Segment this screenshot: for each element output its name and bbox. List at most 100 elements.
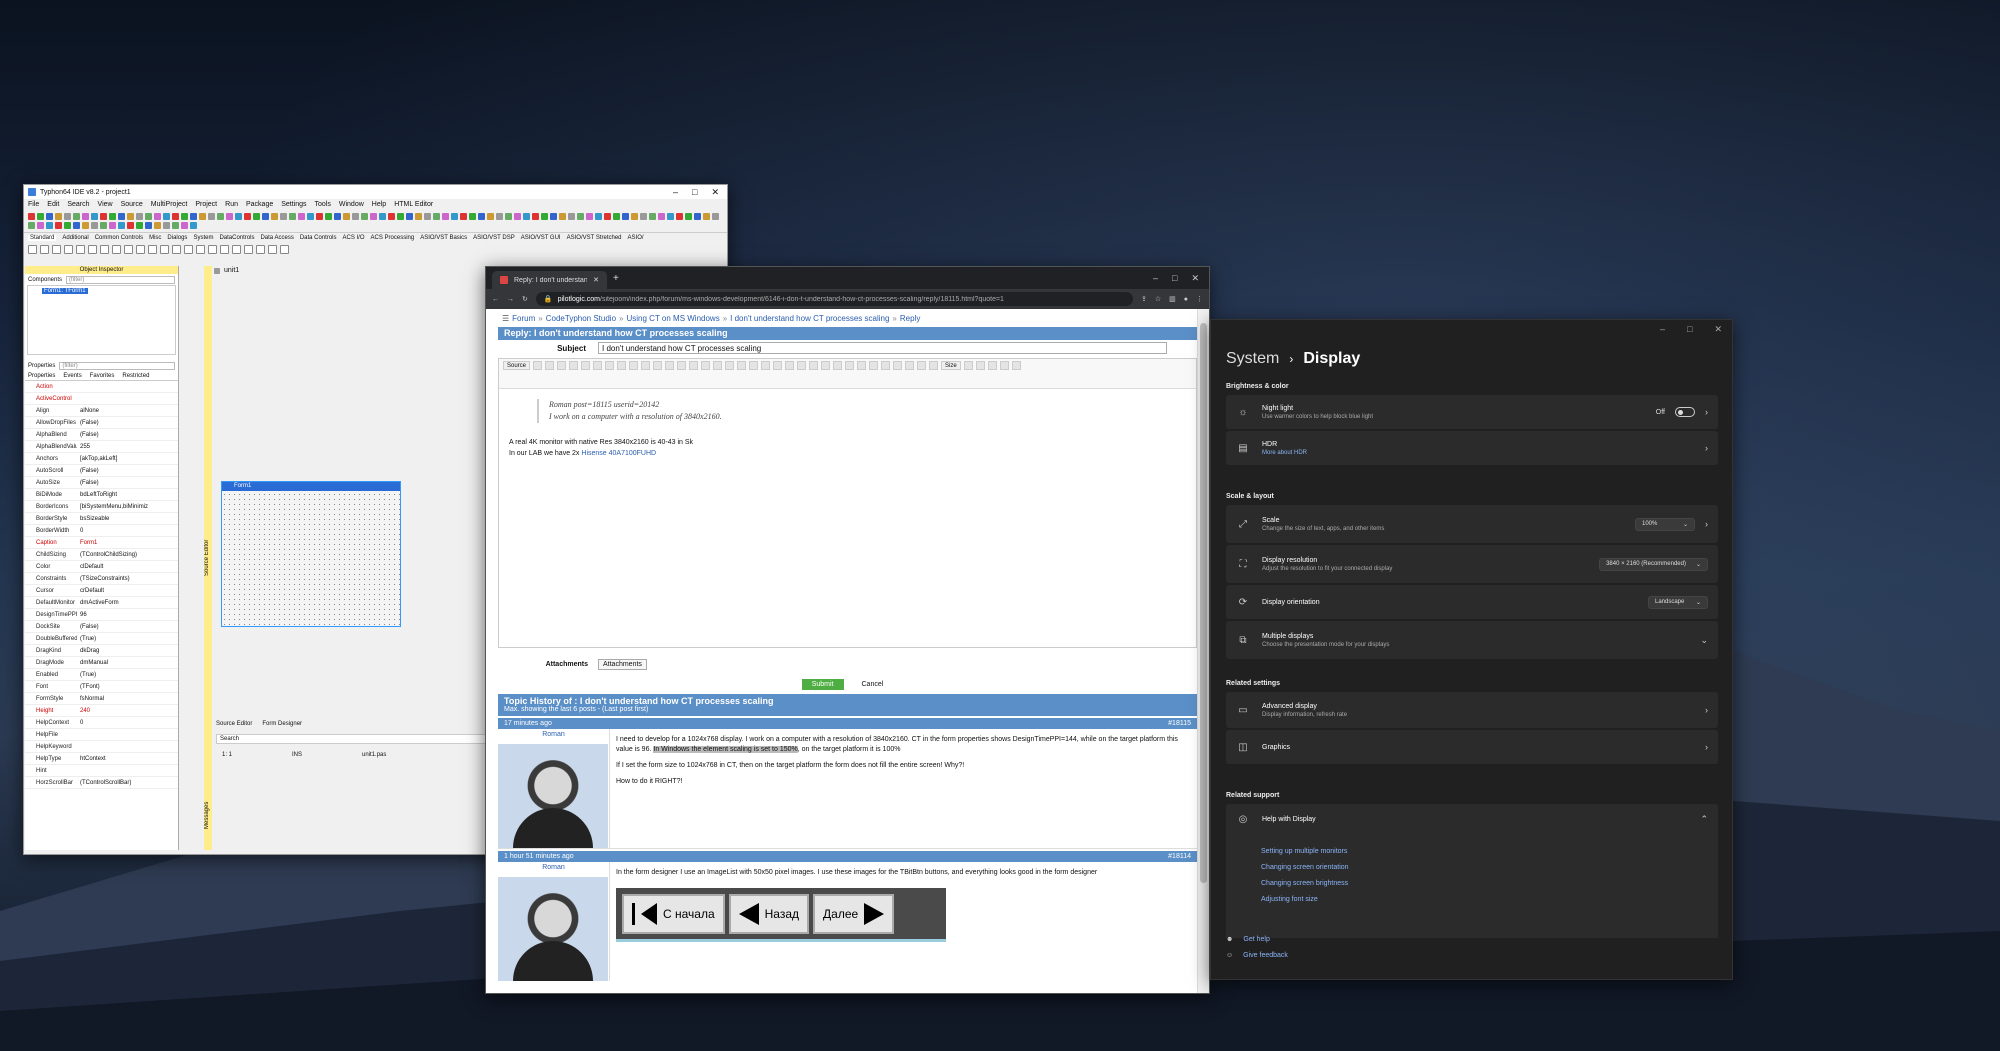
property-row[interactable]: DragMode dmManual [25, 657, 178, 669]
property-value[interactable]: 255 [77, 441, 178, 452]
tab-close-icon[interactable]: ✕ [593, 276, 599, 284]
editor-bottom-tab[interactable]: Source Editor [216, 721, 252, 727]
toolbar-button-icon[interactable] [73, 213, 80, 220]
url-field[interactable]: 🔒 pilotlogic.com/sitejoom/index.php/foru… [535, 292, 1133, 306]
cancel-button[interactable]: Cancel [852, 679, 894, 690]
property-row[interactable]: Cursor crDefault [25, 585, 178, 597]
editor-toolbar-button-icon[interactable] [545, 361, 555, 370]
breadcrumb-link[interactable]: Using CT on MS Windows [626, 314, 719, 323]
toolbar-button-icon[interactable] [703, 213, 710, 220]
toolbar-button-icon[interactable] [82, 222, 89, 229]
browser-tab[interactable]: Reply: I don't understand how CT ✕ [492, 271, 607, 289]
toolbar-button-icon[interactable] [325, 213, 332, 220]
property-row[interactable]: DoubleBuffered (True) [25, 633, 178, 645]
palette-tab[interactable]: ASIO/VST GUI [521, 235, 561, 241]
form-designer-form1[interactable]: Form1 [221, 481, 401, 627]
toolbar-button-icon[interactable] [64, 222, 71, 229]
properties-filter-input[interactable]: (filter) [59, 361, 175, 370]
property-row[interactable]: BiDiMode bdLeftToRight [25, 489, 178, 501]
component-icon[interactable] [268, 244, 277, 254]
toolbar-button-icon[interactable] [91, 222, 98, 229]
components-filter-input[interactable]: (filter) [66, 275, 175, 284]
property-value[interactable]: crDefault [77, 585, 178, 596]
editor-toolbar-button-icon[interactable] [1011, 361, 1021, 370]
property-row[interactable]: HelpKeyword [25, 741, 178, 753]
menu-item[interactable]: Search [67, 201, 89, 208]
toolbar-button-icon[interactable] [595, 213, 602, 220]
menu-item[interactable]: Edit [47, 201, 59, 208]
component-icon[interactable] [112, 244, 121, 254]
profile-icon[interactable]: ● [1184, 296, 1188, 303]
editor-toolbar-button-icon[interactable] [605, 361, 615, 370]
messages-sidebar[interactable]: Messages [204, 785, 212, 845]
toolbar-button-icon[interactable] [469, 213, 476, 220]
toolbar-button-icon[interactable] [280, 213, 287, 220]
multiple-displays-row[interactable]: ⧉ Multiple displays Choose the presentati… [1226, 621, 1718, 659]
editor-toolbar-button-icon[interactable] [893, 361, 903, 370]
toolbar-button-icon[interactable] [631, 213, 638, 220]
help-link[interactable]: Adjusting font size [1261, 892, 1718, 908]
inspector-tab[interactable]: Favorites [90, 373, 115, 379]
toolbar-button-icon[interactable] [712, 213, 719, 220]
toolbar-button-icon[interactable] [208, 213, 215, 220]
property-row[interactable]: DefaultMonitor dmActiveForm [25, 597, 178, 609]
graphics-row[interactable]: ◫ Graphics › [1226, 730, 1718, 764]
editor-toolbar-button-icon[interactable] [785, 361, 795, 370]
property-value[interactable] [77, 393, 178, 404]
toolbar-button-icon[interactable] [172, 213, 179, 220]
toolbar-button-icon[interactable] [622, 213, 629, 220]
toolbar-button-icon[interactable] [433, 213, 440, 220]
toolbar-button-icon[interactable] [568, 213, 575, 220]
editor-toolbar-button-icon[interactable] [869, 361, 879, 370]
resolution-dropdown[interactable]: 3840 × 2160 (Recommended) ⌄ [1599, 557, 1708, 571]
toolbar-button-icon[interactable] [262, 213, 269, 220]
toolbar-button-icon[interactable] [667, 213, 674, 220]
toolbar-button-icon[interactable] [316, 213, 323, 220]
toolbar-button-icon[interactable] [550, 213, 557, 220]
toolbar-button-icon[interactable] [46, 222, 53, 229]
toolbar-button-icon[interactable] [100, 213, 107, 220]
editor-toolbar-button-icon[interactable] [773, 361, 783, 370]
toolbar-button-icon[interactable] [298, 213, 305, 220]
palette-tab[interactable]: Common Controls [95, 235, 143, 241]
toolbar-button-icon[interactable] [145, 222, 152, 229]
editor-toolbar-button-icon[interactable] [797, 361, 807, 370]
scale-row[interactable]: ⤢ Scale Change the size of text, apps, an… [1226, 505, 1718, 543]
toolbar-button-icon[interactable] [145, 213, 152, 220]
night-light-toggle[interactable] [1675, 407, 1695, 417]
menu-item[interactable]: Project [195, 201, 217, 208]
toolbar-button-icon[interactable] [100, 222, 107, 229]
property-value[interactable]: dmManual [77, 657, 178, 668]
menu-item[interactable]: MultiProject [151, 201, 188, 208]
property-row[interactable]: ChildSizing (TControlChildSizing) [25, 549, 178, 561]
toolbar-button-icon[interactable] [406, 213, 413, 220]
minimize-icon[interactable]: – [1153, 273, 1158, 284]
editor-toolbar-button-icon[interactable] [725, 361, 735, 370]
property-value[interactable]: (TSizeConstraints) [77, 573, 178, 584]
palette-tab[interactable]: System [193, 235, 213, 241]
toolbar-button-icon[interactable] [442, 213, 449, 220]
editor-toolbar-button-icon[interactable] [975, 361, 985, 370]
component-icon[interactable] [40, 244, 49, 254]
property-value[interactable] [77, 765, 178, 776]
component-icon[interactable] [100, 244, 109, 254]
breadcrumb-link[interactable]: CodeTyphon Studio [546, 314, 616, 323]
post-id[interactable]: #18114 [1168, 851, 1191, 862]
editor-toolbar-button-icon[interactable] [845, 361, 855, 370]
property-value[interactable]: bsSizeable [77, 513, 178, 524]
tree-item-form1[interactable]: Form1: TForm1 [42, 288, 88, 294]
breadcrumb-link[interactable]: Reply [900, 314, 920, 323]
toolbar-button-icon[interactable] [163, 213, 170, 220]
property-row[interactable]: Constraints (TSizeConstraints) [25, 573, 178, 585]
editor-toolbar-button-icon[interactable] [617, 361, 627, 370]
editor-toolbar-button-icon[interactable] [963, 361, 973, 370]
toolbar-button-icon[interactable] [361, 213, 368, 220]
menu-item[interactable]: Tools [315, 201, 331, 208]
component-icon[interactable] [220, 244, 229, 254]
property-value[interactable] [77, 741, 178, 752]
menu-item[interactable]: Help [372, 201, 386, 208]
property-row[interactable]: BorderWidth 0 [25, 525, 178, 537]
component-icon[interactable] [76, 244, 85, 254]
property-value[interactable]: (TFont) [77, 681, 178, 692]
toolbar-button-icon[interactable] [460, 213, 467, 220]
